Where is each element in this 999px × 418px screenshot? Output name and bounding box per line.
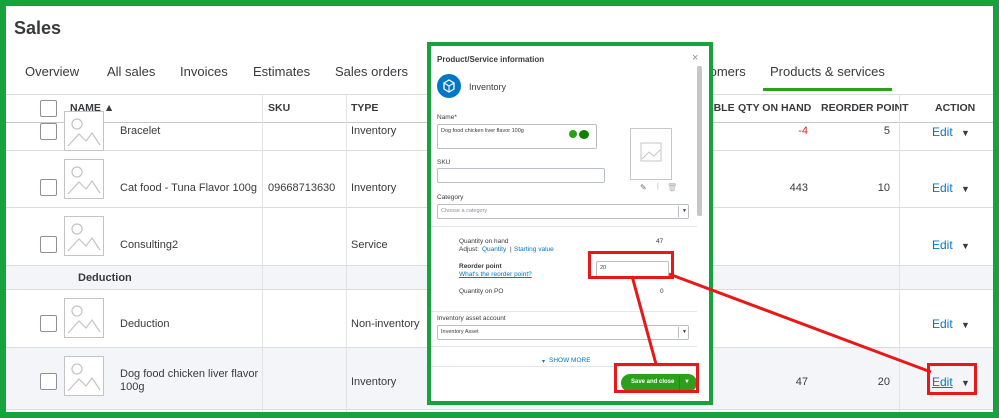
qty-on-hand: -4 <box>798 125 808 137</box>
adjust-label: Adjust: <box>459 246 479 253</box>
reorder-point-help-link[interactable]: What's the reorder point? <box>459 271 532 278</box>
annotation-box-save-button <box>614 363 699 393</box>
category-field-label: Category <box>437 194 464 201</box>
app-frame: Sales Overview All sales Invoices Estima… <box>0 0 999 418</box>
tab-invoices[interactable]: Invoices <box>180 64 228 79</box>
product-image-placeholder[interactable] <box>630 128 672 180</box>
edit-link[interactable]: Edit <box>932 317 953 331</box>
product-type: Non-inventory <box>351 318 420 330</box>
chevron-down-icon[interactable]: ▼ <box>682 329 687 335</box>
product-name[interactable]: Consulting2 <box>120 239 178 251</box>
chevron-down-icon[interactable]: ▼ <box>961 241 970 251</box>
column-divider <box>346 95 347 412</box>
reorder-point: 20 <box>877 376 890 388</box>
chevron-down-icon[interactable]: ▼ <box>682 208 687 214</box>
product-sku: 09668713630 <box>268 182 336 194</box>
inventory-type-icon[interactable] <box>437 74 461 98</box>
separator: | <box>657 183 659 190</box>
select-divider <box>678 206 679 217</box>
image-placeholder-icon <box>64 356 104 396</box>
location-icon <box>569 130 577 138</box>
adjust-starting-value-link[interactable]: Starting value <box>514 246 554 253</box>
image-placeholder-icon <box>64 298 104 338</box>
tab-sales-orders[interactable]: Sales orders <box>335 64 408 79</box>
adjust-quantity-link[interactable]: Quantity <box>482 246 506 253</box>
chevron-down-icon[interactable]: ▼ <box>961 320 970 330</box>
column-divider <box>899 95 900 412</box>
chevron-down-icon[interactable]: ▼ <box>961 184 970 194</box>
asset-account-label: Inventory asset account <box>437 315 506 322</box>
chevron-down-icon[interactable]: ▼ <box>961 128 970 138</box>
group-label: Deduction <box>78 272 132 284</box>
product-service-panel: Product/Service information × Inventory … <box>427 42 713 405</box>
qty-on-po-label: Quantity on PO <box>459 288 504 295</box>
tab-products-services[interactable]: Products & services <box>763 64 892 91</box>
reorder-point: 5 <box>883 125 890 137</box>
page-title: Sales <box>14 18 62 38</box>
product-name[interactable]: Cat food - Tuna Flavor 100g <box>120 182 257 194</box>
row-checkbox[interactable] <box>40 179 57 196</box>
close-icon[interactable]: × <box>692 52 698 64</box>
column-header-reorder-point[interactable]: REORDER POINT <box>821 102 909 114</box>
chevron-down-icon[interactable]: ▾ <box>542 358 545 365</box>
edit-link[interactable]: Edit <box>932 181 953 195</box>
show-more-link[interactable]: SHOW MORE <box>549 357 591 364</box>
qty-on-hand: 443 <box>789 182 808 194</box>
qty-on-hand: 47 <box>795 376 808 388</box>
chat-icon[interactable] <box>579 130 589 139</box>
image-placeholder-icon <box>64 159 104 199</box>
separator: | <box>510 246 512 253</box>
annotation-box-edit <box>927 363 977 395</box>
asset-account-select[interactable]: Inventory Asset <box>437 325 689 340</box>
row-checkbox[interactable] <box>40 373 57 390</box>
image-placeholder-icon <box>64 111 104 151</box>
qty-on-po-value: 0 <box>660 288 664 295</box>
product-name[interactable]: Dog food chicken liver flavor 100g <box>120 368 270 394</box>
edit-link[interactable]: Edit <box>932 238 953 252</box>
name-field-label: Name* <box>437 114 457 121</box>
product-type: Inventory <box>351 182 397 194</box>
column-header-type[interactable]: TYPE <box>351 102 378 114</box>
qty-on-hand-label: Quantity on hand <box>459 238 509 245</box>
product-name[interactable]: Deduction <box>120 318 170 330</box>
column-header-qty-on-hand[interactable]: QTY ON HAND <box>738 102 811 114</box>
divider <box>431 346 697 347</box>
category-select[interactable]: Choose a category <box>437 204 689 219</box>
panel-title: Product/Service information <box>437 55 545 64</box>
column-header-sku[interactable]: SKU <box>268 102 290 114</box>
edit-image-icon[interactable]: ✎ <box>640 183 647 192</box>
row-checkbox[interactable] <box>40 123 57 140</box>
item-type-label[interactable]: Inventory <box>469 82 506 92</box>
tab-all-sales[interactable]: All sales <box>107 64 155 79</box>
sku-field-label: SKU <box>437 159 451 166</box>
row-checkbox[interactable] <box>40 236 57 253</box>
product-name[interactable]: Bracelet <box>120 125 160 137</box>
sku-field[interactable] <box>437 168 605 183</box>
edit-link[interactable]: Edit <box>932 125 953 139</box>
qty-on-hand-value: 47 <box>656 238 664 245</box>
select-all-checkbox[interactable] <box>40 100 57 117</box>
product-type: Inventory <box>351 125 397 137</box>
tab-estimates[interactable]: Estimates <box>253 64 310 79</box>
reorder-point: 10 <box>877 182 890 194</box>
scrollbar[interactable] <box>697 66 702 216</box>
annotation-box-reorder-field <box>588 251 674 279</box>
product-type: Service <box>351 239 388 251</box>
product-type: Inventory <box>351 376 397 388</box>
row-checkbox[interactable] <box>40 315 57 332</box>
reorder-point-label: Reorder point <box>459 263 502 270</box>
column-header-action: ACTION <box>935 102 976 114</box>
delete-image-icon[interactable]: 🗑 <box>667 183 677 192</box>
tab-overview[interactable]: Overview <box>25 64 79 79</box>
select-divider <box>678 327 679 338</box>
column-divider <box>262 95 263 412</box>
image-placeholder-icon <box>64 216 104 256</box>
